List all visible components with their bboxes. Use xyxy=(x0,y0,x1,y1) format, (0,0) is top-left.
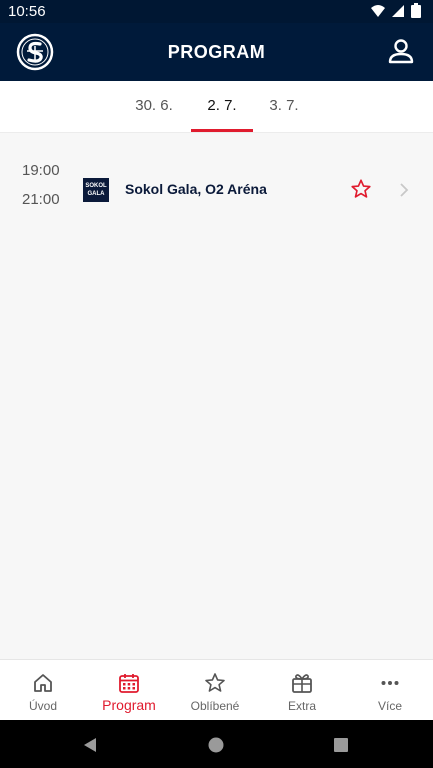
tab-date-2-7[interactable]: 2. 7. xyxy=(192,97,252,114)
home-circle-icon[interactable] xyxy=(208,737,224,753)
event-title: Sokol Gala, O2 Aréna xyxy=(125,181,267,197)
nav-label-program: Program xyxy=(102,697,156,713)
star-icon xyxy=(205,673,225,692)
nav-item-oblibene[interactable]: Oblíbené xyxy=(172,660,258,721)
tab-date-3-7[interactable]: 3. 7. xyxy=(254,97,314,114)
favorite-star-icon[interactable] xyxy=(350,178,372,200)
recents-icon[interactable] xyxy=(333,737,349,753)
more-icon xyxy=(381,681,399,685)
back-icon[interactable] xyxy=(82,737,98,753)
bottom-nav: Úvod Program Oblíbené Extra Více xyxy=(0,659,433,720)
calendar-icon xyxy=(119,674,139,693)
system-nav-bar xyxy=(0,720,433,768)
nav-item-vice[interactable]: Více xyxy=(347,660,433,721)
signal-icon xyxy=(392,4,404,17)
event-row[interactable]: 19:00 21:00 SOKOL GALA Sokol Gala, O2 Ar… xyxy=(0,144,433,214)
nav-label-uvod: Úvod xyxy=(28,699,57,713)
program-list: 19:00 21:00 SOKOL GALA Sokol Gala, O2 Ar… xyxy=(0,134,433,659)
chevron-right-icon xyxy=(400,183,409,197)
tab-date-30-6[interactable]: 30. 6. xyxy=(124,97,184,114)
event-start-time: 19:00 xyxy=(22,162,60,179)
date-tabs: 30. 6. 2. 7. 3. 7. xyxy=(0,81,433,133)
account-icon[interactable] xyxy=(387,37,415,65)
gift-icon xyxy=(292,674,312,693)
nav-item-program[interactable]: Program xyxy=(86,660,172,721)
status-bar: 10:56 xyxy=(0,0,433,23)
battery-icon xyxy=(411,3,421,18)
status-time: 10:56 xyxy=(8,3,46,20)
nav-label-extra: Extra xyxy=(287,699,316,713)
event-times: 19:00 21:00 xyxy=(22,156,60,214)
nav-item-extra[interactable]: Extra xyxy=(259,660,345,721)
active-tab-indicator xyxy=(191,129,253,132)
wifi-icon xyxy=(371,4,385,17)
nav-label-vice: Více xyxy=(377,699,402,713)
nav-item-uvod[interactable]: Úvod xyxy=(0,660,86,721)
event-end-time: 21:00 xyxy=(22,191,60,208)
event-logo: SOKOL GALA xyxy=(83,178,109,202)
nav-label-oblibene: Oblíbené xyxy=(190,699,240,713)
app-bar: PROGRAM xyxy=(0,23,433,81)
home-icon xyxy=(34,674,52,692)
page-title: PROGRAM xyxy=(167,42,266,62)
